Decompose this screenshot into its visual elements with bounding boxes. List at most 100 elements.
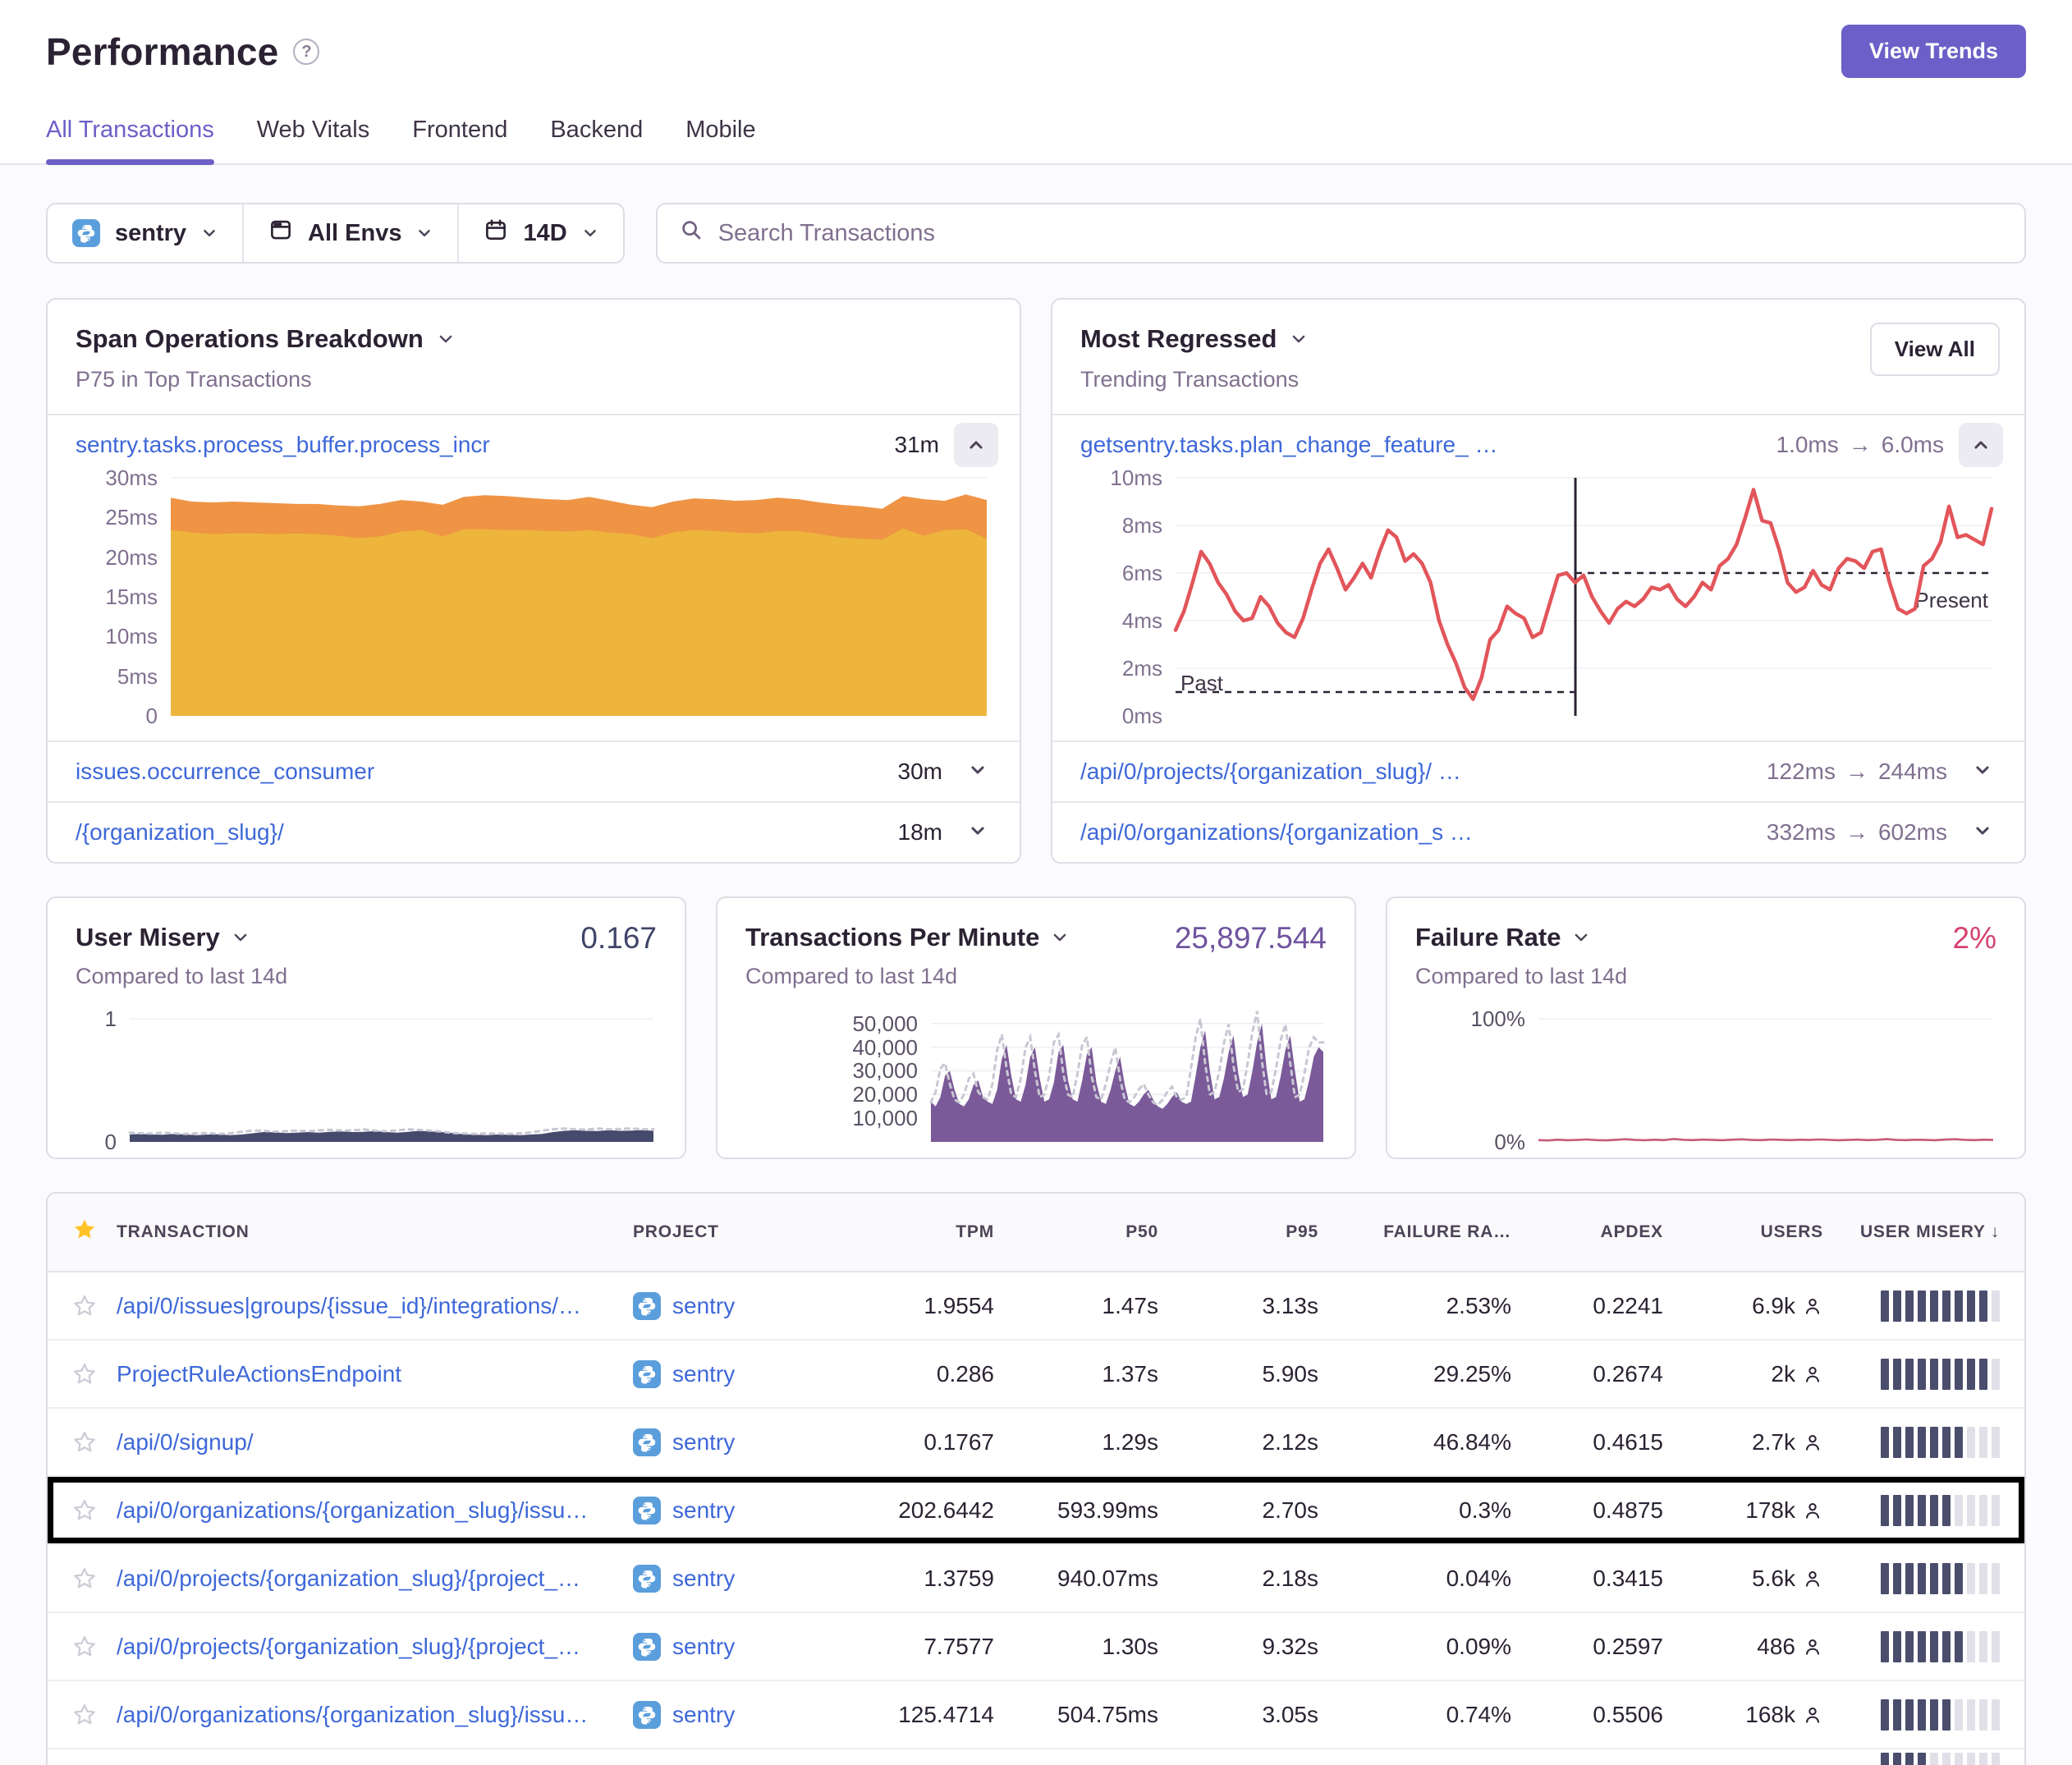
- transaction-link[interactable]: ProjectRuleActionsEndpoint: [117, 1361, 633, 1387]
- expand-chevron-icon[interactable]: [957, 822, 998, 844]
- failure-rate-title-dropdown[interactable]: Failure Rate: [1415, 923, 1996, 952]
- mini-title: Failure Rate: [1415, 923, 1561, 952]
- star-toggle[interactable]: [48, 1703, 117, 1727]
- span-operations-title-dropdown[interactable]: Span Operations Breakdown: [76, 324, 992, 354]
- table-row[interactable]: /api/0/organizations/{organization_slug}…: [48, 1477, 2024, 1545]
- regressed-transaction-link[interactable]: /api/0/projects/{organization_slug}/ …: [1080, 759, 1752, 785]
- user-misery-bar: [1967, 1291, 1975, 1322]
- expand-chevron-icon[interactable]: [1962, 822, 2003, 844]
- transaction-link[interactable]: /api/0/projects/{organization_slug}/{pro…: [117, 1566, 633, 1592]
- user-misery-bar: [1930, 1427, 1938, 1458]
- user-misery-title-dropdown[interactable]: User Misery: [76, 923, 657, 952]
- tpm-value: 0.286: [838, 1361, 994, 1387]
- python-icon: [633, 1633, 661, 1661]
- user-misery-bars: [1823, 1753, 2024, 1765]
- project-link[interactable]: sentry: [633, 1292, 838, 1320]
- table-header: TRANSACTION PROJECT TPM P50 P95 FAILURE …: [48, 1194, 2024, 1272]
- column-header-p50[interactable]: P50: [994, 1222, 1158, 1242]
- transaction-link[interactable]: /api/0/signup/: [117, 1429, 633, 1456]
- star-toggle[interactable]: [48, 1634, 117, 1659]
- transaction-link[interactable]: /api/0/projects/{organization_slug}/{pro…: [117, 1634, 633, 1660]
- star-toggle[interactable]: [48, 1430, 117, 1455]
- table-row[interactable]: ProjectRuleActionsEndpointsentry0.2861.3…: [48, 1341, 2024, 1409]
- user-misery-bar: [1992, 1291, 2000, 1322]
- regression-range: 332ms → 602ms: [1767, 819, 1947, 846]
- transaction-link[interactable]: /api/0/organizations/{organization_slug}…: [117, 1497, 633, 1524]
- view-trends-button[interactable]: View Trends: [1841, 25, 2026, 78]
- apdex-value: 0.2674: [1511, 1361, 1663, 1387]
- regressed-transaction-link[interactable]: getsentry.tasks.plan_change_feature_ …: [1080, 432, 1762, 458]
- tab-frontend[interactable]: Frontend: [412, 117, 507, 163]
- project-link[interactable]: sentry: [633, 1633, 838, 1661]
- user-misery-bar: [1979, 1291, 1987, 1322]
- table-row[interactable]: /api/0/signup/sentry0.17671.29s2.12s46.8…: [48, 1409, 2024, 1477]
- star-outline-icon: [72, 1498, 97, 1523]
- most-regressed-title-dropdown[interactable]: Most Regressed: [1080, 324, 1996, 354]
- apdex-value: 0.2241: [1511, 1293, 1663, 1319]
- transaction-link[interactable]: /api/0/organizations/{organization_slug}…: [117, 1702, 633, 1728]
- span-op-link[interactable]: sentry.tasks.process_buffer.process_incr: [76, 432, 880, 458]
- user-misery-bars: [1823, 1427, 2024, 1458]
- tab-web-vitals[interactable]: Web Vitals: [257, 117, 370, 163]
- column-header-user-misery[interactable]: USER MISERY ↓: [1823, 1222, 2024, 1242]
- user-icon: [1802, 1636, 1823, 1657]
- collapse-button[interactable]: [1959, 423, 2003, 467]
- star-toggle[interactable]: [48, 1498, 117, 1523]
- table-row[interactable]: /api/0/issues|groups/{issue_id}/integrat…: [48, 1272, 2024, 1341]
- project-filter-label: sentry: [115, 220, 186, 247]
- table-row-partial[interactable]: [48, 1749, 2024, 1765]
- expand-chevron-icon[interactable]: [957, 761, 998, 783]
- table-row[interactable]: /api/0/organizations/{organization_slug}…: [48, 1681, 2024, 1749]
- tpm-value: 202.6442: [838, 1497, 994, 1524]
- project-link[interactable]: sentry: [633, 1701, 838, 1729]
- collapse-button[interactable]: [954, 423, 998, 467]
- page-filters: sentry All Envs 14D: [46, 203, 625, 264]
- column-header-p95[interactable]: P95: [1158, 1222, 1318, 1242]
- column-header-transaction[interactable]: TRANSACTION: [117, 1222, 633, 1242]
- apdex-value: 0.3415: [1511, 1566, 1663, 1592]
- star-toggle[interactable]: [48, 1362, 117, 1387]
- star-toggle[interactable]: [48, 1566, 117, 1591]
- axis-tick: 30,000: [852, 1058, 918, 1084]
- p95-value: 2.12s: [1158, 1429, 1318, 1456]
- environment-filter[interactable]: All Envs: [242, 204, 457, 262]
- tab-all-transactions[interactable]: All Transactions: [46, 117, 214, 163]
- star-toggle[interactable]: [48, 1294, 117, 1318]
- project-link[interactable]: sentry: [633, 1497, 838, 1524]
- user-misery-bar: [1955, 1359, 1963, 1390]
- p50-value: 1.30s: [994, 1634, 1158, 1660]
- user-misery-bar: [1930, 1563, 1938, 1594]
- axis-tick: 0: [105, 1130, 117, 1155]
- user-misery-bar: [1893, 1631, 1901, 1662]
- view-all-button[interactable]: View All: [1870, 323, 2000, 376]
- failure-rate-value: 0.04%: [1318, 1566, 1511, 1592]
- project-filter[interactable]: sentry: [48, 204, 242, 262]
- project-link[interactable]: sentry: [633, 1565, 838, 1593]
- search-input[interactable]: Search Transactions: [656, 203, 2026, 264]
- help-icon[interactable]: ?: [293, 39, 319, 65]
- project-link[interactable]: sentry: [633, 1360, 838, 1388]
- table-row[interactable]: /api/0/projects/{organization_slug}/{pro…: [48, 1613, 2024, 1681]
- python-icon: [633, 1292, 661, 1320]
- column-header-apdex[interactable]: APDEX: [1511, 1222, 1663, 1242]
- user-icon: [1802, 1432, 1823, 1453]
- p95-value: 2.18s: [1158, 1566, 1318, 1592]
- expand-chevron-icon[interactable]: [1962, 761, 2003, 783]
- tab-backend[interactable]: Backend: [550, 117, 643, 163]
- column-header-tpm[interactable]: TPM: [838, 1222, 994, 1242]
- column-header-project[interactable]: PROJECT: [633, 1222, 838, 1242]
- project-link[interactable]: sentry: [633, 1428, 838, 1456]
- regressed-transaction-link[interactable]: /api/0/organizations/{organization_s …: [1080, 819, 1752, 846]
- python-icon: [633, 1701, 661, 1729]
- arrow-right-icon: →: [1849, 432, 1872, 458]
- transaction-link[interactable]: /api/0/issues|groups/{issue_id}/integrat…: [117, 1293, 633, 1319]
- star-column-header[interactable]: [48, 1217, 117, 1247]
- column-header-failure-rate[interactable]: FAILURE RA…: [1318, 1222, 1511, 1242]
- tab-mobile[interactable]: Mobile: [685, 117, 755, 163]
- date-range-filter[interactable]: 14D: [457, 204, 622, 262]
- table-row[interactable]: /api/0/projects/{organization_slug}/{pro…: [48, 1545, 2024, 1613]
- span-op-link[interactable]: /{organization_slug}/: [76, 819, 883, 846]
- column-header-users[interactable]: USERS: [1663, 1222, 1823, 1242]
- user-misery-panel: User Misery 0.167 Compared to last 14d 1…: [46, 896, 686, 1159]
- span-op-link[interactable]: issues.occurrence_consumer: [76, 759, 883, 785]
